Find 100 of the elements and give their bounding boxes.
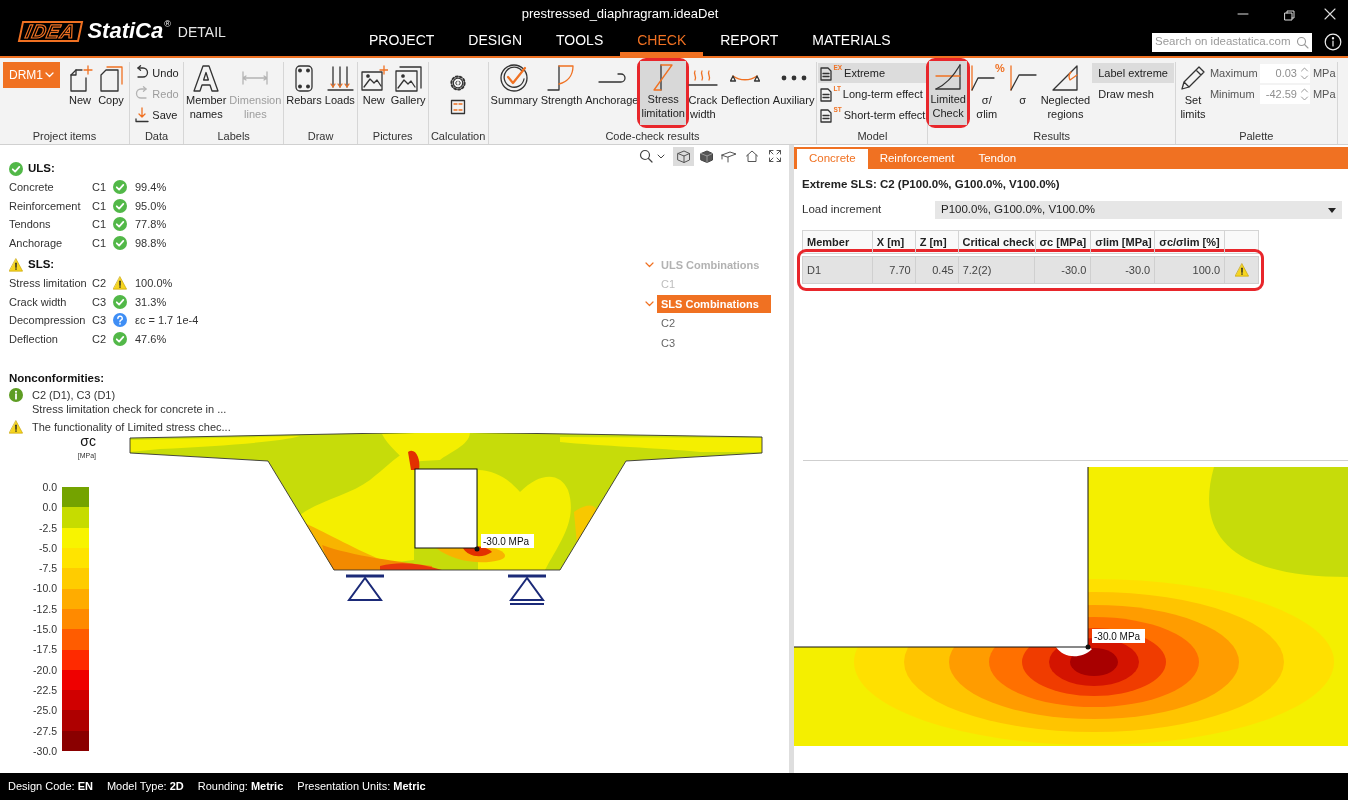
search-field[interactable]: Search on ideastatica.com	[1152, 32, 1312, 52]
ribbon-button[interactable]: Label extreme	[1092, 63, 1174, 83]
check-value: 31.3%	[135, 294, 167, 310]
ribbon-button[interactable]: % σ/σlim	[967, 62, 1006, 126]
column-header: σlim [MPa]	[1091, 231, 1156, 253]
registered-mark: ®	[164, 18, 171, 31]
ribbon-button[interactable]: Limited Check	[929, 61, 967, 125]
ribbon-button[interactable]: σ	[1006, 62, 1039, 126]
column-header: X [m]	[872, 231, 916, 253]
ribbon-button[interactable]: Neglected regions	[1039, 62, 1092, 126]
table-cell: 100.0	[1155, 257, 1226, 283]
status-item: Model Type: 2D	[106, 779, 184, 795]
group-label: Data	[143, 129, 170, 144]
legend-tick-label: -20.0	[33, 662, 57, 677]
check-value: 77.8%	[135, 217, 167, 232]
legend-tick-label: 0.0	[42, 500, 57, 515]
menu-tab[interactable]: REPORT	[703, 28, 796, 56]
gear-icon	[450, 75, 467, 91]
nonconformity-text: Stress limitation check for concrete in ...	[32, 402, 227, 416]
check-value: 99.4%	[135, 180, 167, 195]
hook-icon	[597, 72, 626, 83]
caret-down-icon	[1328, 207, 1336, 213]
ribbon-button[interactable]: Strength	[539, 62, 584, 126]
pinned-support-icon	[346, 574, 384, 601]
extreme-value-label: -30.0 MPa	[481, 534, 534, 548]
ribbon-button[interactable]: Save	[133, 105, 180, 125]
legend-tick-label: 0.0	[42, 480, 57, 494]
result-heading: Extreme SLS: C2 (P100.0%, G100.0%, V100.0%)	[802, 177, 1060, 193]
check-value: 95.0%	[135, 198, 167, 214]
combination-label: C2	[92, 331, 108, 347]
combination-label: C3	[92, 313, 108, 328]
ribbon-button[interactable]: Set limits	[1176, 62, 1209, 126]
nonconformity-title: The functionality of Limited stress chec...	[32, 420, 231, 434]
unit-label: MPa	[1312, 65, 1336, 81]
ribbon-button[interactable]: Summary	[489, 62, 539, 126]
nonconformity-title: C2 (D1), C3 (D1)	[32, 388, 116, 402]
ribbon-button[interactable]: Deflection	[719, 62, 771, 126]
sheet-icon	[819, 86, 834, 102]
legend-tick-label: -27.5	[33, 723, 57, 738]
menu-tab[interactable]: MATERIALS	[795, 28, 908, 56]
ribbon-button[interactable]: Stress limitation	[640, 61, 686, 125]
dimension-line-icon	[242, 70, 269, 85]
calculation-button[interactable]	[449, 98, 468, 116]
grid-icon	[450, 99, 467, 115]
legend-tick-label: -2.5	[38, 520, 57, 535]
ribbon-button[interactable]: Copy	[96, 62, 126, 126]
logo-name: StatiCa	[87, 20, 164, 42]
ribbon-button[interactable]: Gallery	[389, 62, 427, 126]
table-cell: 7.2(2)	[958, 257, 1036, 283]
check-name: Anchorage	[9, 235, 64, 251]
field-label: Maximum	[1209, 65, 1257, 81]
load-increment-select[interactable]: P100.0%, G100.0%, V100.0%	[935, 201, 1342, 219]
tree-item[interactable]: C2	[657, 314, 680, 333]
search-icon	[1296, 35, 1309, 49]
ribbon-button[interactable]: Undo	[133, 63, 180, 83]
image-gallery-icon	[394, 63, 423, 92]
menu-tab[interactable]: DESIGN	[451, 28, 540, 56]
ribbon-button[interactable]: New	[65, 62, 95, 126]
tree-item[interactable]: C3	[657, 333, 680, 352]
icon-tag: %	[994, 62, 1005, 74]
point-marker-icon	[1085, 644, 1091, 650]
plane-view-icon	[721, 148, 737, 164]
info-icon[interactable]	[1324, 33, 1342, 51]
chevron-down-icon[interactable]	[645, 300, 654, 307]
view-mode-button[interactable]	[673, 146, 694, 166]
extreme-value-label: -30.0 MPa	[1092, 629, 1145, 643]
menu-tab[interactable]: PROJECT	[352, 28, 452, 56]
ribbon-button[interactable]: Rebars	[285, 62, 323, 126]
table-row[interactable]: D1 7.70 0.45 7.2(2) -30.0 -30.0 100.0	[802, 256, 1259, 284]
calculation-button[interactable]	[449, 74, 468, 92]
ribbon-button[interactable]: Anchorage	[584, 62, 640, 126]
legend-tick-label: -15.0	[33, 622, 57, 637]
combination-label: C1	[92, 180, 108, 195]
group-label: Draw	[306, 129, 335, 144]
column-header: Member	[803, 231, 873, 253]
ribbon-button[interactable]: Auxiliary	[771, 62, 816, 126]
roller-support-icon	[508, 574, 546, 605]
ribbon-button[interactable]: Member names	[185, 62, 228, 126]
ribbon-button[interactable]: New	[358, 62, 389, 126]
check-value: 98.8%	[135, 235, 167, 251]
combination-label: C1	[92, 235, 108, 251]
group-label: Results	[1032, 129, 1071, 144]
ribbon-button[interactable]: Draw mesh	[1092, 84, 1174, 104]
group-label: Labels	[216, 129, 251, 144]
menu-tab[interactable]: TOOLS	[539, 28, 621, 56]
ribbon-button[interactable]: Crack width	[686, 62, 719, 126]
legend-tick-label: -5.0	[38, 540, 57, 555]
field-label: Minimum	[1209, 86, 1256, 102]
check-value: 100.0%	[135, 276, 173, 291]
check-value: 47.6%	[135, 331, 167, 347]
copy-document-icon	[97, 63, 125, 92]
table-cell: D1	[803, 257, 873, 283]
group-label: Palette	[1238, 129, 1275, 144]
section-heading: ULS:	[28, 161, 55, 177]
deflection-icon	[730, 73, 761, 82]
table-cell: 7.70	[872, 257, 916, 283]
ribbon-button[interactable]: Loads	[323, 62, 356, 126]
group-label: Calculation	[429, 129, 487, 144]
legend-tick-label: -17.5	[33, 642, 57, 657]
spinner-arrows-icon	[1299, 65, 1309, 81]
